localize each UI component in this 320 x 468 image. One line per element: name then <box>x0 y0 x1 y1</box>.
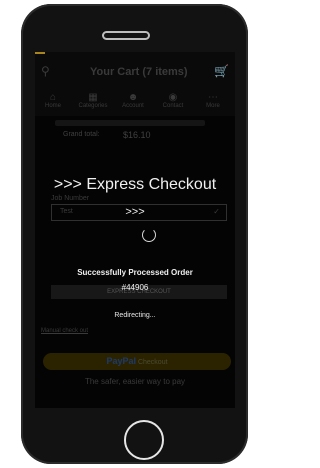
loading-spinner-icon <box>142 228 156 242</box>
express-checkout-heading: >>> Express Checkout <box>53 176 217 193</box>
paypal-logo: PayPal <box>106 356 136 366</box>
nav-label: Account <box>122 103 144 109</box>
app-screen: ⚲ Your Cart (7 items) 🛒 ⌂ Home ▦ Categor… <box>35 52 235 408</box>
arrows-indicator: >>> <box>125 206 145 218</box>
book-icon: ▦ <box>88 92 98 103</box>
success-message: Successfully Processed Order <box>77 268 193 277</box>
nav-categories[interactable]: ▦ Categories <box>77 92 109 109</box>
nav-label: Contact <box>162 103 184 109</box>
paypal-button-label: Checkout <box>137 359 168 366</box>
cart-icon[interactable]: 🛒 <box>214 64 229 78</box>
job-number-label: Job Number <box>51 195 90 202</box>
cart-line-placeholder <box>55 120 205 126</box>
bottom-nav: ⌂ Home ▦ Categories ☻ Account ◉ Contact … <box>35 92 235 116</box>
user-icon: ☻ <box>127 92 139 103</box>
page-title: Your Cart (7 items) <box>90 66 188 78</box>
nav-label: Categories <box>78 103 108 109</box>
search-icon[interactable]: ⚲ <box>41 64 50 78</box>
nav-contact[interactable]: ◉ Contact <box>157 92 189 109</box>
paypal-tagline: The safer, easier way to pay <box>84 377 186 386</box>
nav-label: More <box>206 103 220 109</box>
nav-more[interactable]: ⋯ More <box>197 92 229 109</box>
nav-home[interactable]: ⌂ Home <box>37 92 69 109</box>
top-bar: ⚲ Your Cart (7 items) 🛒 <box>35 52 235 92</box>
paypal-checkout-button[interactable]: PayPal Checkout <box>43 353 231 370</box>
manual-checkout-link[interactable]: Manual check out <box>41 328 88 334</box>
nav-account[interactable]: ☻ Account <box>117 92 149 109</box>
order-number: #44906 <box>121 283 149 292</box>
home-button[interactable] <box>124 420 164 460</box>
phone-speaker <box>102 31 150 40</box>
home-icon: ⌂ <box>49 92 57 103</box>
redirect-message: Redirecting... <box>114 312 156 319</box>
location-icon: ◉ <box>168 92 178 103</box>
nav-label: Home <box>44 103 61 109</box>
subtotal-value: $16.10 <box>123 130 151 140</box>
subtotal-label: Grand total: <box>63 131 100 138</box>
more-icon: ⋯ <box>208 92 218 103</box>
accent-bar <box>35 52 45 54</box>
